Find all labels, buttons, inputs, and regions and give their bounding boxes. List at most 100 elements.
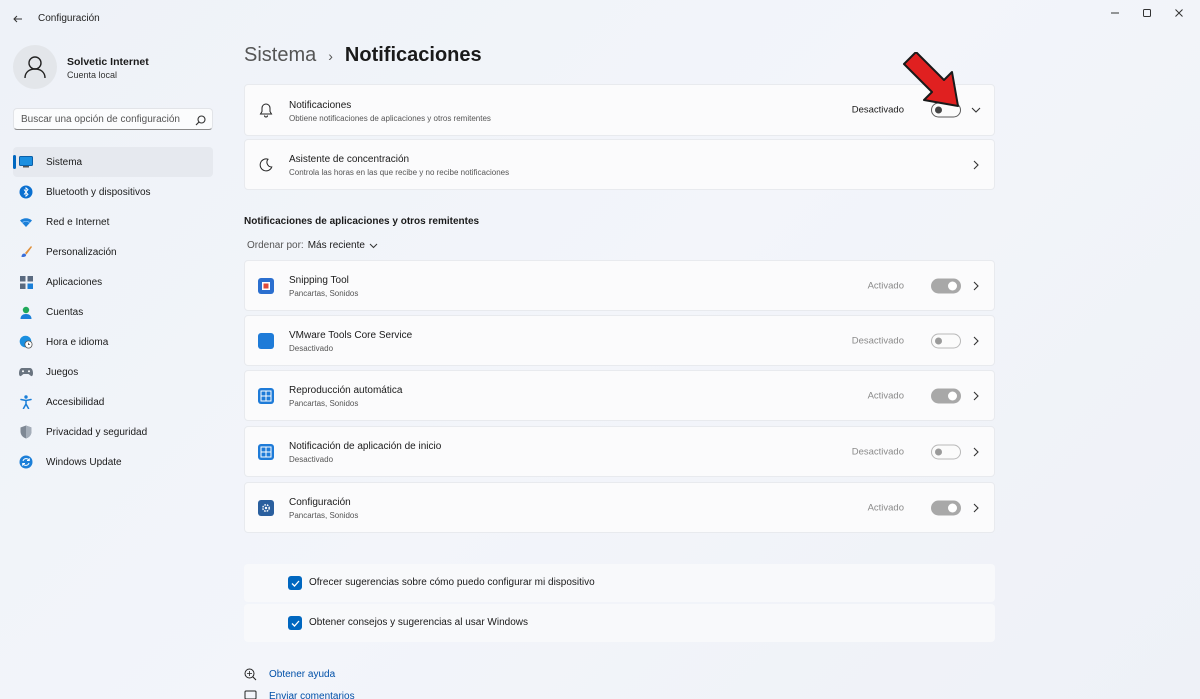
app-row-autoplay[interactable]: Reproducción automática Pancartas, Sonid… [244,370,995,421]
close-button[interactable] [1160,4,1198,22]
sidebar-item-cuentas[interactable]: Cuentas [13,297,213,327]
notifications-state-label: Desactivado [851,104,904,116]
app-row-startup-notification[interactable]: Notificación de aplicación de inicio Des… [244,426,995,477]
back-button[interactable] [8,9,28,29]
sidebar-item-accesibilidad[interactable]: Accesibilidad [13,387,213,417]
chevron-right-icon[interactable] [971,447,981,457]
help-icon [244,668,257,681]
app-toggle[interactable] [931,444,961,459]
sidebar-item-red[interactable]: Red e Internet [13,207,213,237]
bluetooth-icon [19,185,33,199]
avatar [13,45,57,89]
profile-name: Solvetic Internet [67,56,149,68]
back-arrow-icon [13,15,22,23]
startup-app-icon [258,443,274,460]
moon-icon [258,157,274,173]
gamepad-icon [19,365,33,379]
card-title: Asistente de concentración [289,154,410,165]
sidebar-item-label: Cuentas [46,306,84,318]
card-subtitle: Obtiene notificaciones de aplicaciones y… [289,114,491,123]
send-feedback-link[interactable]: Enviar comentarios [244,690,355,699]
page-title: Notificaciones [344,44,482,66]
sidebar-item-juegos[interactable]: Juegos [13,357,213,387]
breadcrumb-separator: › [328,47,333,64]
suggestions-checkbox[interactable] [288,576,302,590]
sidebar-item-personalizacion[interactable]: Personalización [13,237,213,267]
wifi-icon [19,215,33,229]
sort-value: Más reciente [307,240,365,251]
app-toggle[interactable] [931,333,961,348]
sidebar-item-privacidad[interactable]: Privacidad y seguridad [13,417,213,447]
sort-dropdown[interactable]: Ordenar por: Más reciente [247,240,378,251]
chevron-right-icon[interactable] [971,281,981,291]
app-state-label: Activado [867,502,904,513]
update-icon [19,455,33,469]
app-row-configuracion[interactable]: Configuración Pancartas, Sonidos Activad… [244,482,995,533]
user-icon [24,56,46,79]
annotation-arrow-icon [903,52,959,107]
minimize-icon [1111,12,1119,14]
tips-checkbox[interactable] [288,616,302,630]
sidebar-item-label: Juegos [46,366,79,378]
sidebar-item-hora[interactable]: Hora e idioma [13,327,213,357]
sidebar-item-label: Accesibilidad [46,396,105,408]
app-toggle[interactable] [931,388,961,403]
section-heading: Notificaciones de aplicaciones y otros r… [244,216,480,227]
globe-clock-icon [19,335,33,349]
sidebar-item-sistema[interactable]: Sistema [13,147,213,177]
app-detail: Pancartas, Sonidos [289,289,359,298]
app-title: Configuración [38,13,100,24]
app-detail: Pancartas, Sonidos [289,511,359,520]
checkbox-label: Ofrecer sugerencias sobre cómo puedo con… [309,577,595,588]
app-toggle[interactable] [931,278,961,293]
suggestions-checkbox-row[interactable]: Ofrecer sugerencias sobre cómo puedo con… [244,564,995,602]
app-name: VMware Tools Core Service [289,330,413,341]
chevron-down-icon[interactable] [971,105,981,115]
app-detail: Desactivado [289,455,334,464]
settings-window: Configuración Solvetic Internet Cuenta l… [0,0,1200,699]
app-name: Snipping Tool [289,275,349,286]
chevron-right-icon[interactable] [971,336,981,346]
title-bar: Configuración [0,0,1200,38]
maximize-icon [1143,9,1151,17]
system-icon [19,155,33,169]
app-row-vmware[interactable]: VMware Tools Core Service Desactivado De… [244,315,995,366]
tips-checkbox-row[interactable]: Obtener consejos y sugerencias al usar W… [244,604,995,642]
get-help-link[interactable]: Obtener ayuda [244,668,335,681]
notifications-setting-card[interactable]: Notificaciones Obtiene notificaciones de… [244,84,995,136]
sidebar-item-windows-update[interactable]: Windows Update [13,447,213,477]
sort-label: Ordenar por: [247,240,304,251]
app-state-label: Activado [867,390,904,401]
apps-icon [19,275,33,289]
sidebar-item-label: Aplicaciones [46,276,103,288]
chevron-right-icon[interactable] [971,503,981,513]
chevron-right-icon[interactable] [971,160,981,170]
sidebar-nav: Sistema Bluetooth y dispositivos Red e I… [13,147,213,477]
bell-icon [258,102,274,118]
breadcrumb: Sistema › Notificaciones [244,44,482,67]
app-name: Notificación de aplicación de inicio [289,441,442,452]
autoplay-icon [258,387,274,404]
focus-assist-card[interactable]: Asistente de concentración Controla las … [244,139,995,190]
accessibility-icon [19,395,33,409]
checkbox-label: Obtener consejos y sugerencias al usar W… [309,617,528,628]
search-icon[interactable] [195,113,206,131]
card-title: Notificaciones [289,100,352,111]
settings-search[interactable] [13,108,213,130]
app-state-label: Activado [867,280,904,291]
chevron-right-icon[interactable] [971,391,981,401]
app-state-label: Desactivado [851,335,904,346]
snipping-tool-icon [258,277,274,294]
search-input[interactable] [21,112,191,126]
send-feedback-label: Enviar comentarios [269,691,355,699]
feedback-icon [244,690,257,699]
sidebar-item-aplicaciones[interactable]: Aplicaciones [13,267,213,297]
sidebar-item-bluetooth[interactable]: Bluetooth y dispositivos [13,177,213,207]
sidebar-item-label: Privacidad y seguridad [46,426,148,438]
app-row-snipping-tool[interactable]: Snipping Tool Pancartas, Sonidos Activad… [244,260,995,311]
app-detail: Desactivado [289,344,334,353]
settings-gear-icon [258,499,274,516]
app-toggle[interactable] [931,500,961,515]
sidebar-item-label: Personalización [46,246,117,258]
breadcrumb-parent[interactable]: Sistema [244,44,316,67]
